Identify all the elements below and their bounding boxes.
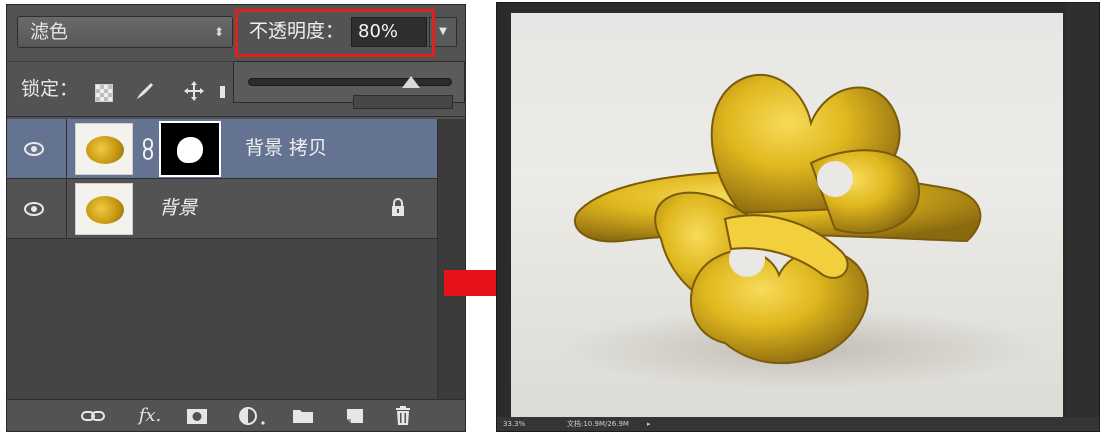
up-down-arrows-icon: ⬍ <box>213 25 224 39</box>
layer-row-background-copy[interactable]: 背景 拷贝 <box>7 119 437 179</box>
opacity-highlight-box <box>235 9 435 57</box>
visibility-column <box>7 119 67 179</box>
ring-thumbnail-icon <box>86 136 124 164</box>
canvas-window: 33.3% 文档:10.9M/26.9M ▸ <box>496 2 1100 432</box>
layers-list: 背景 拷贝 背景 <box>7 119 465 399</box>
layer-thumbnail <box>75 183 133 235</box>
fill-input-partial <box>353 95 453 109</box>
opacity-slider-track[interactable] <box>248 78 452 86</box>
layer-thumbnail <box>75 123 133 175</box>
ring-thumbnail-icon <box>86 196 124 224</box>
document-size: 文档:10.9M/26.9M <box>567 420 629 428</box>
lock-partial-icon <box>219 80 227 102</box>
chain-link-icon[interactable] <box>141 133 155 165</box>
mask-shape-icon <box>177 137 203 163</box>
eye-icon[interactable] <box>23 137 45 161</box>
brush-icon[interactable] <box>133 80 155 102</box>
canvas-side-strip <box>1067 3 1099 417</box>
lock-icon <box>389 197 407 219</box>
blend-mode-select[interactable]: 滤色 ⬍ <box>17 16 233 48</box>
visibility-column <box>7 179 67 239</box>
layers-bottom-toolbar: fx. <box>7 399 465 431</box>
layer-row-background[interactable]: 背景 <box>7 179 437 239</box>
gold-ring-image <box>561 73 1041 389</box>
layers-panel: 滤色 ⬍ 不透明度： 80% ▼ 锁定： 背景 拷贝 背景 fx. <box>6 4 466 432</box>
trash-icon[interactable] <box>389 404 417 428</box>
layer-name: 背景 <box>159 197 198 219</box>
layer-name: 背景 拷贝 <box>245 137 328 159</box>
opacity-slider-thumb[interactable] <box>402 76 421 88</box>
chevron-down-icon: ▼ <box>439 26 447 37</box>
link-icon[interactable] <box>79 404 107 428</box>
layer-mask-thumbnail[interactable] <box>159 121 221 177</box>
result-photo <box>511 13 1063 417</box>
mask-icon[interactable] <box>183 404 211 428</box>
fx-icon[interactable]: fx. <box>133 404 167 428</box>
lock-transparent-pixels-icon[interactable] <box>95 84 113 102</box>
folder-icon[interactable] <box>289 404 317 428</box>
eye-icon[interactable] <box>23 197 45 221</box>
lock-label: 锁定： <box>21 78 79 100</box>
move-icon[interactable] <box>183 80 205 102</box>
new-layer-icon[interactable] <box>341 404 369 428</box>
adjustment-icon[interactable] <box>235 404 271 428</box>
status-menu-arrow-icon[interactable]: ▸ <box>647 417 651 431</box>
zoom-level[interactable]: 33.3% <box>503 417 525 431</box>
status-bar: 33.3% 文档:10.9M/26.9M ▸ <box>497 417 1099 431</box>
blend-mode-value: 滤色 <box>30 21 69 43</box>
